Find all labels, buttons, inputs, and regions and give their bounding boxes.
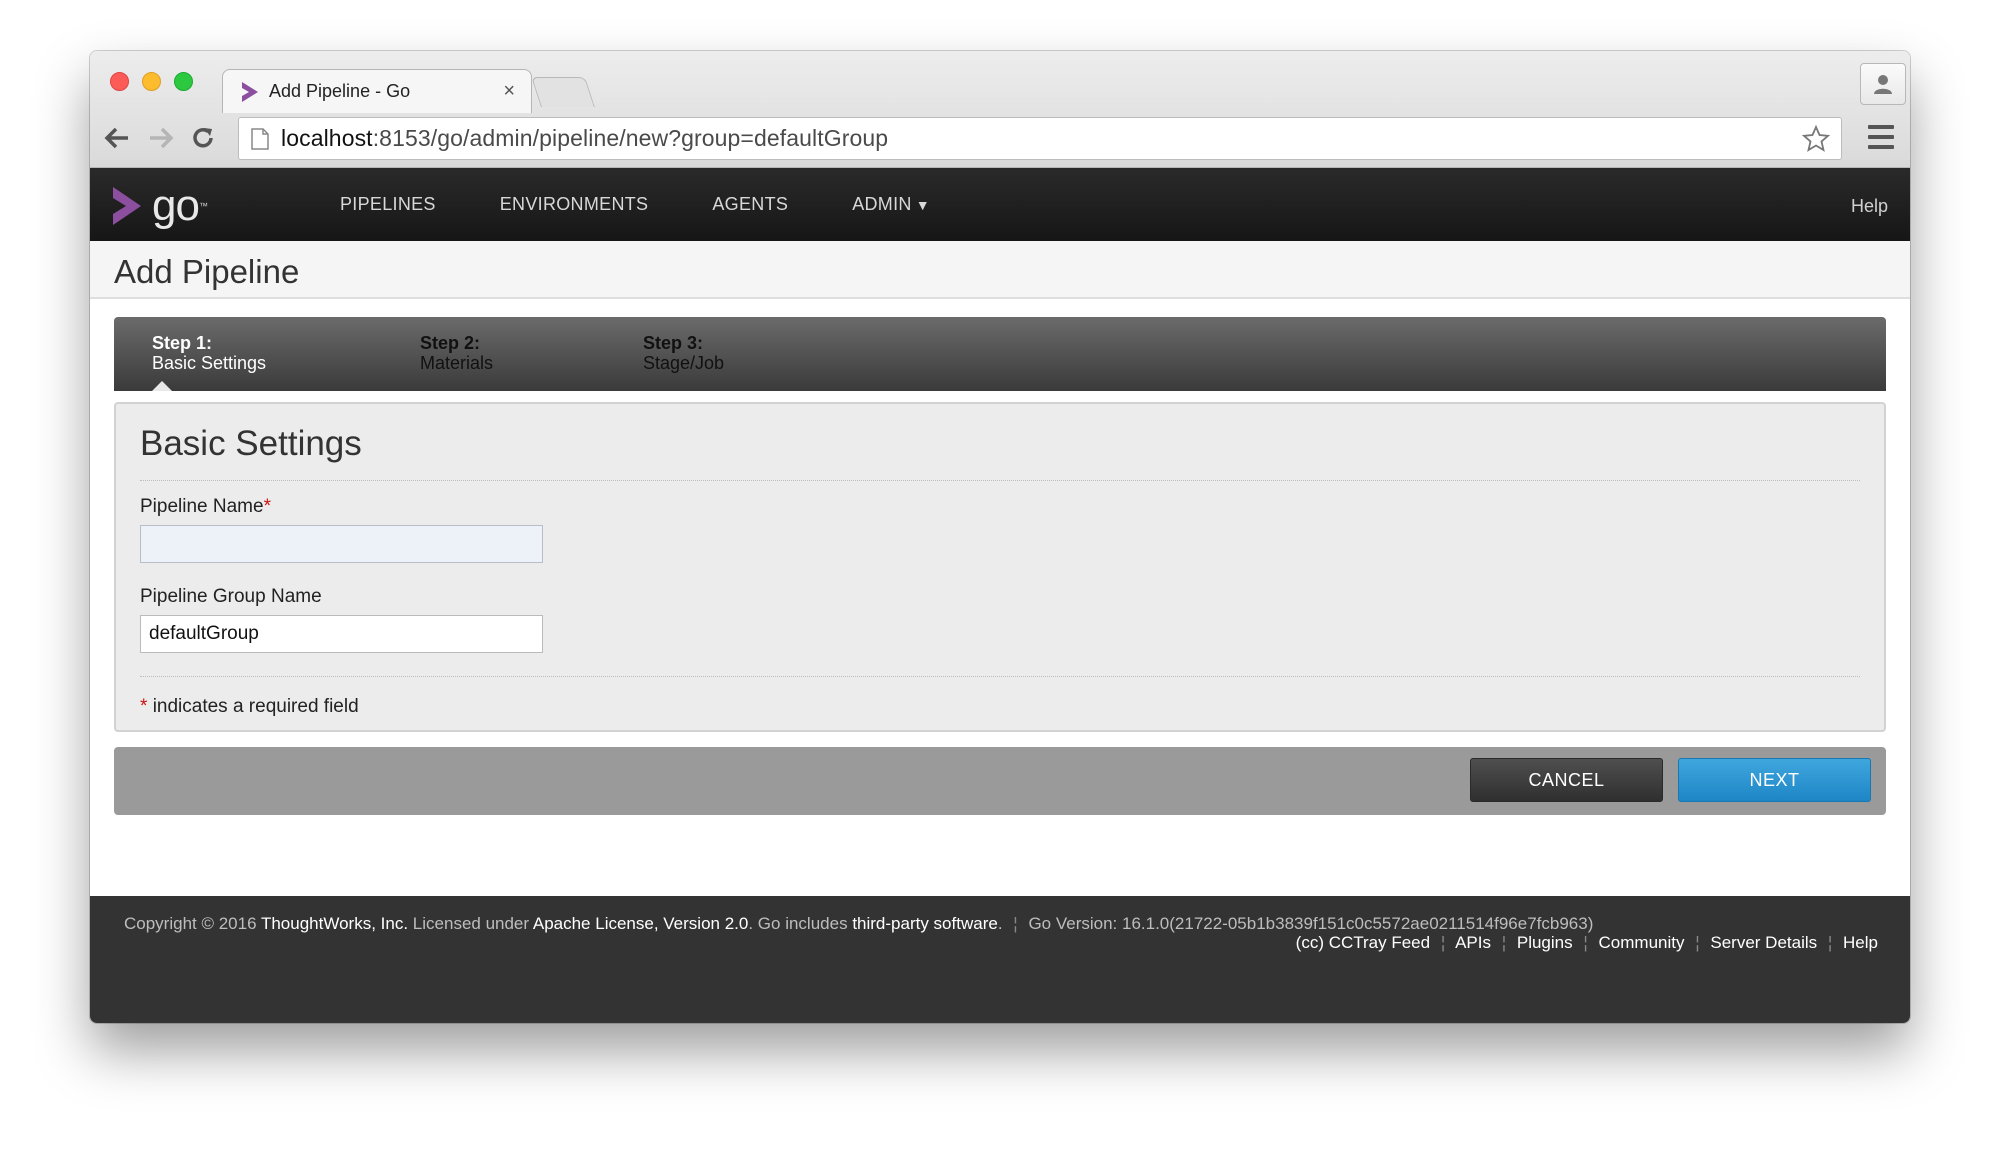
section-heading: Basic Settings xyxy=(140,424,362,463)
wizard-steps: Step 1: Basic Settings Step 2: Materials… xyxy=(114,317,1886,391)
back-arrow-icon[interactable] xyxy=(102,121,132,155)
forward-arrow-icon[interactable] xyxy=(146,121,176,155)
action-bar: CANCEL NEXT xyxy=(114,747,1886,815)
divider xyxy=(140,676,1860,677)
logo-text: go™ xyxy=(152,181,208,230)
pipeline-name-input[interactable] xyxy=(140,525,543,563)
go-logo-icon xyxy=(113,187,141,225)
new-tab-button[interactable] xyxy=(531,77,595,107)
caret-down-icon: ▼ xyxy=(915,197,930,213)
server-details-link[interactable]: Server Details xyxy=(1710,933,1817,952)
apache-license-link[interactable]: Apache License, Version 2.0 xyxy=(533,914,748,933)
cctray-feed-link[interactable]: (cc) CCTray Feed xyxy=(1296,933,1430,952)
browser-menu-icon[interactable] xyxy=(1868,125,1894,149)
browser-window: Add Pipeline - Go × localhost:8153/go/ad… xyxy=(90,51,1910,1023)
next-button[interactable]: NEXT xyxy=(1678,758,1871,802)
pipeline-group-input[interactable] xyxy=(140,615,543,653)
header-help-link[interactable]: Help xyxy=(1851,196,1888,217)
nav-environments[interactable]: ENVIRONMENTS xyxy=(500,194,649,215)
footer-help-link[interactable]: Help xyxy=(1843,933,1878,952)
bookmark-star-icon[interactable] xyxy=(1801,124,1831,154)
profile-button[interactable] xyxy=(1860,63,1906,105)
footer-copyright-line: Copyright © 2016 ThoughtWorks, Inc. Lice… xyxy=(124,914,1594,933)
go-logo[interactable]: go™ xyxy=(110,181,208,230)
go-favicon-icon xyxy=(242,81,258,102)
tab-title: Add Pipeline - Go xyxy=(269,81,411,101)
nav-pipelines[interactable]: PIPELINES xyxy=(340,194,436,215)
page-title-bar: Add Pipeline xyxy=(90,241,1910,299)
page-title: Add Pipeline xyxy=(114,253,300,290)
step-basic-settings[interactable]: Step 1: Basic Settings xyxy=(152,333,266,373)
main-nav: PIPELINES ENVIRONMENTS AGENTS ADMIN ▼ xyxy=(340,168,994,241)
browser-tab[interactable]: Add Pipeline - Go × xyxy=(222,69,532,113)
nav-agents[interactable]: AGENTS xyxy=(712,194,788,215)
separator: ¦ xyxy=(1013,914,1018,933)
plugins-link[interactable]: Plugins xyxy=(1517,933,1573,952)
step-materials[interactable]: Step 2: Materials xyxy=(420,333,493,373)
minimize-window-button[interactable] xyxy=(142,72,161,91)
go-version: Go Version: 16.1.0(21722-05b1b3839f151c0… xyxy=(1028,914,1594,933)
url-text: localhost:8153/go/admin/pipeline/new?gro… xyxy=(281,125,889,151)
step-stage-job[interactable]: Step 3: Stage/Job xyxy=(643,333,724,373)
community-link[interactable]: Community xyxy=(1599,933,1685,952)
thoughtworks-link[interactable]: ThoughtWorks, Inc. xyxy=(261,914,408,933)
basic-settings-panel: Basic Settings Pipeline Name* Pipeline G… xyxy=(114,402,1886,732)
reload-icon[interactable] xyxy=(188,121,218,155)
cancel-button[interactable]: CANCEL xyxy=(1470,758,1663,802)
person-icon xyxy=(1874,75,1892,94)
maximize-window-button[interactable] xyxy=(174,72,193,91)
apis-link[interactable]: APIs xyxy=(1455,933,1491,952)
address-bar[interactable]: localhost:8153/go/admin/pipeline/new?gro… xyxy=(238,117,1842,160)
required-marker: * xyxy=(263,496,271,517)
footer: Copyright © 2016 ThoughtWorks, Inc. Lice… xyxy=(90,896,1910,1023)
browser-chrome: Add Pipeline - Go × localhost:8153/go/ad… xyxy=(90,51,1910,168)
third-party-software-link[interactable]: third-party software xyxy=(852,914,998,933)
pipeline-name-label: Pipeline Name* xyxy=(140,496,271,517)
active-step-pointer xyxy=(152,381,172,391)
divider xyxy=(140,480,1860,481)
nav-admin[interactable]: ADMIN ▼ xyxy=(852,194,930,215)
close-window-button[interactable] xyxy=(110,72,129,91)
footer-links: (cc) CCTray Feed ¦ APIs ¦ Plugins ¦ Comm… xyxy=(1295,933,1878,952)
pipeline-group-label: Pipeline Group Name xyxy=(140,586,322,607)
app-header: go™ PIPELINES ENVIRONMENTS AGENTS ADMIN ▼… xyxy=(90,168,1910,241)
required-field-note: * indicates a required field xyxy=(140,696,359,717)
page-icon xyxy=(251,127,269,150)
tab-close-icon[interactable]: × xyxy=(503,80,515,103)
